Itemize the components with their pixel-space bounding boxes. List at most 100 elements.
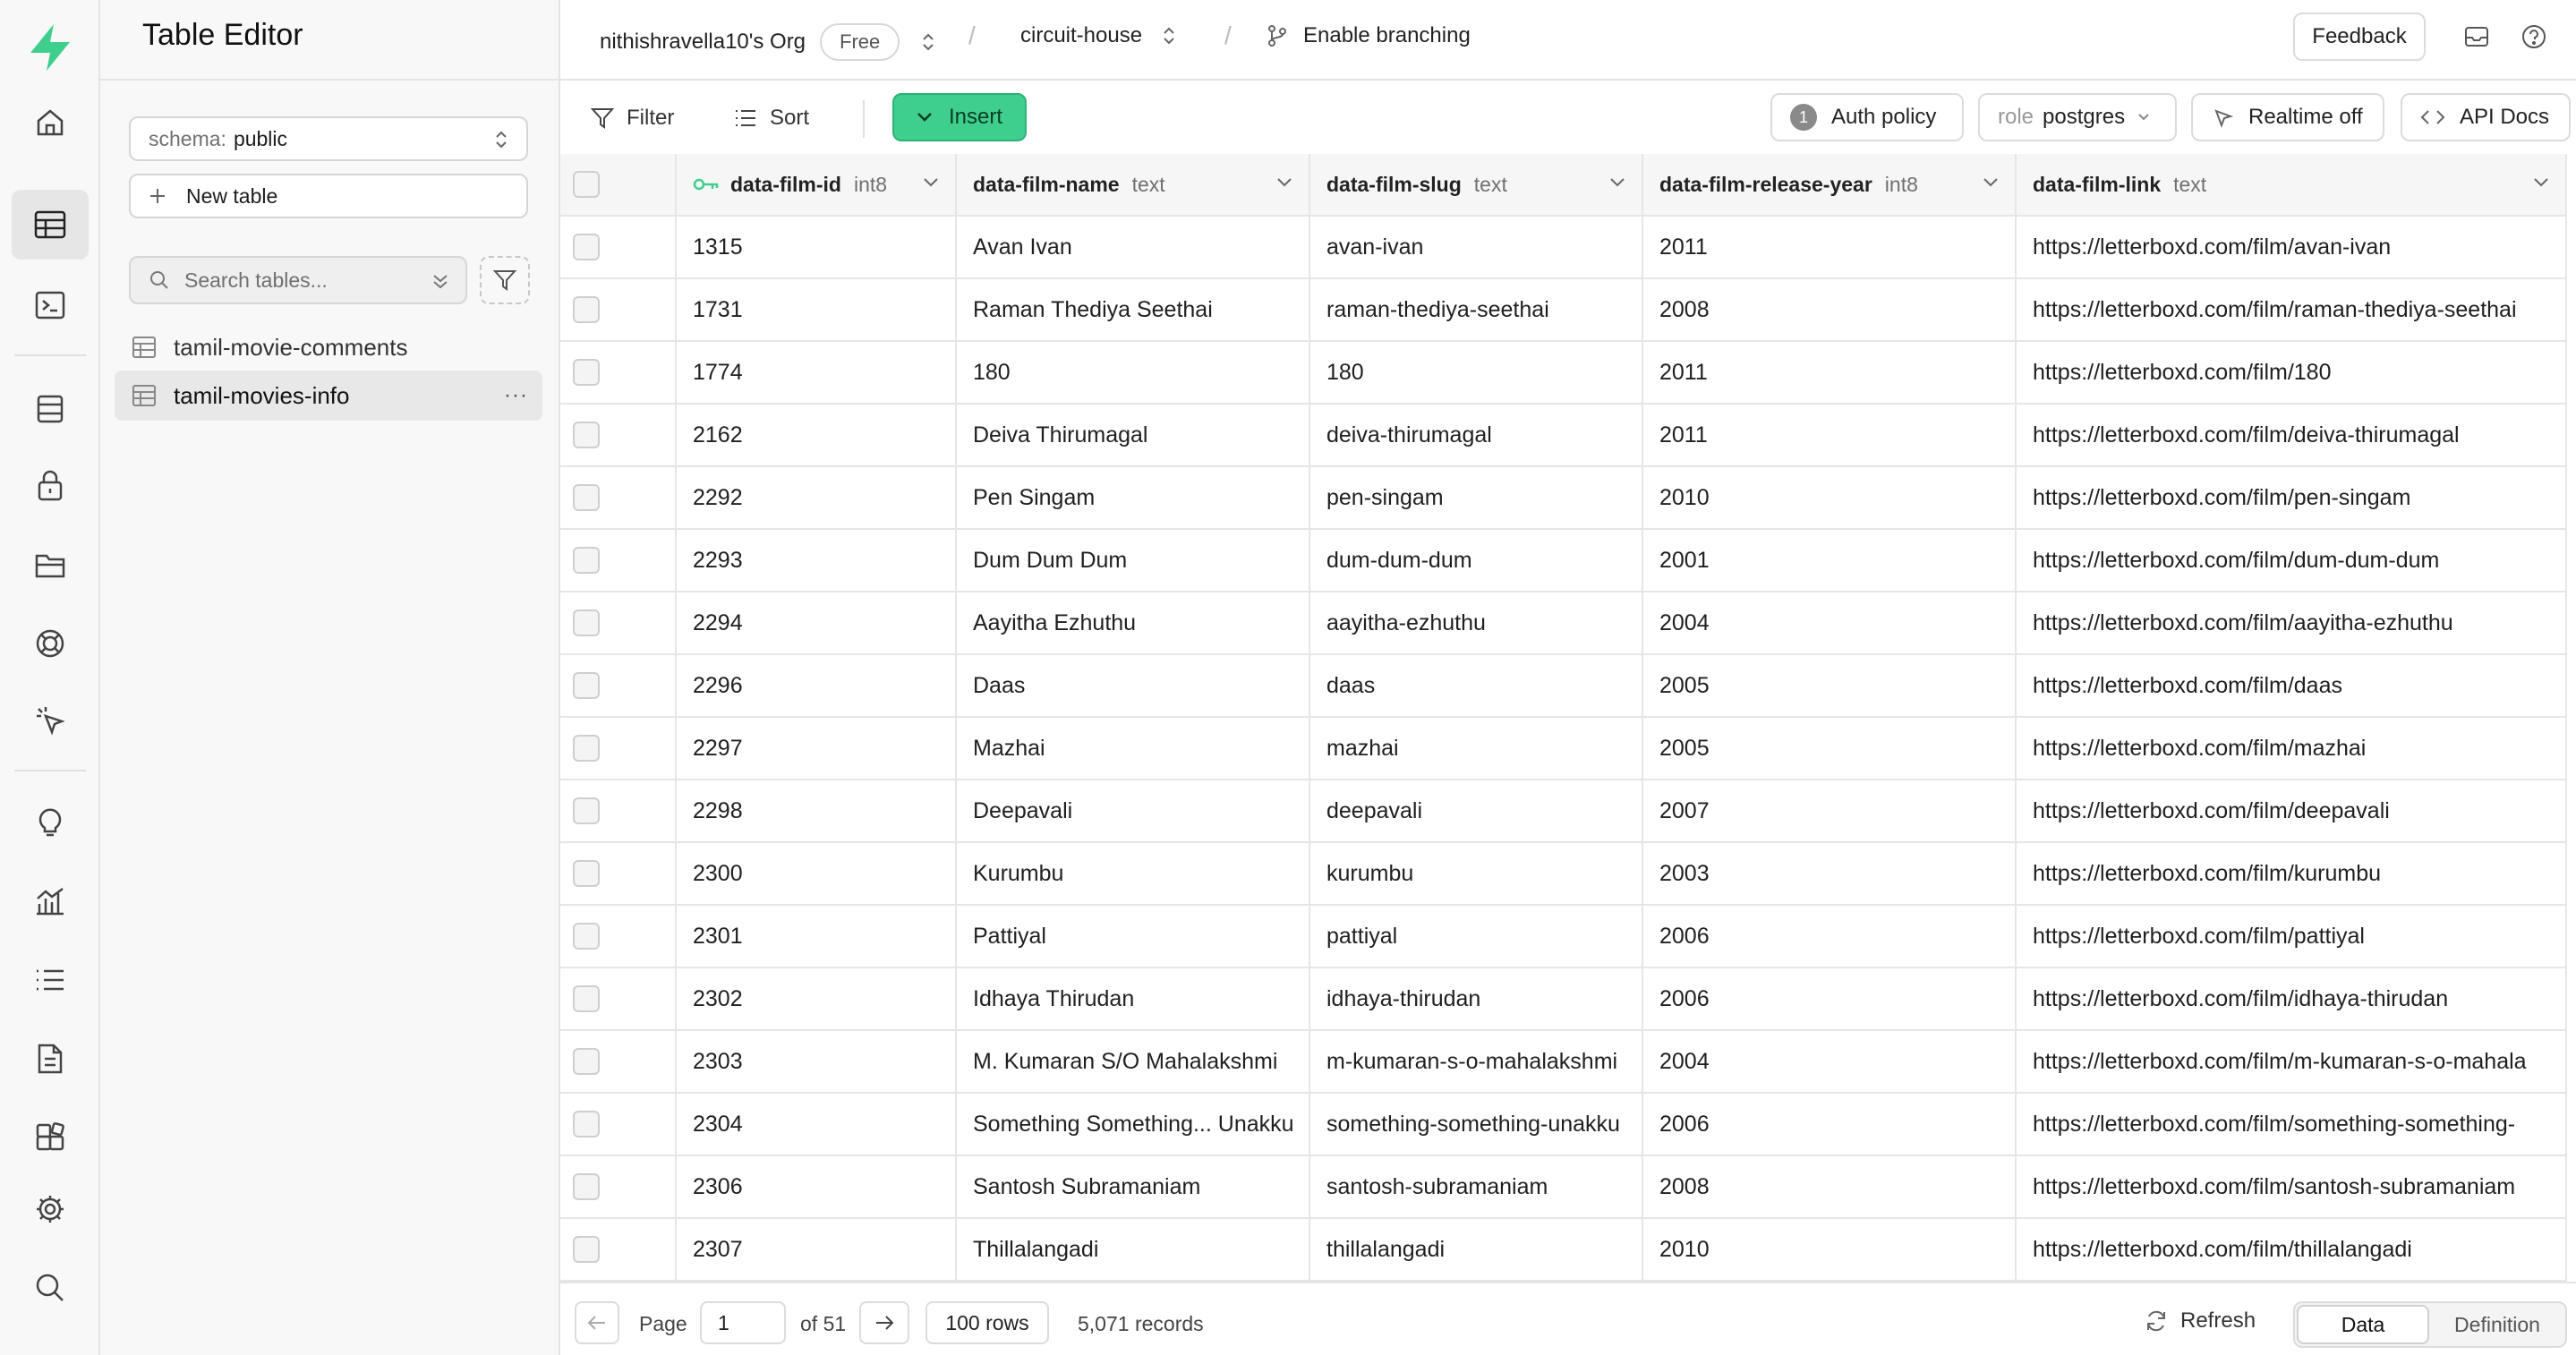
edge-functions-icon[interactable] (12, 686, 89, 755)
row-checkbox[interactable] (573, 1048, 600, 1075)
cell-film-id[interactable]: 2293 (677, 530, 957, 592)
row-checkbox[interactable] (573, 547, 600, 574)
cell-release-year[interactable]: 2004 (1643, 1031, 2017, 1094)
select-all-checkbox[interactable] (573, 171, 600, 198)
row-checkbox[interactable] (573, 672, 600, 699)
cell-film-slug[interactable]: deepavali (1310, 780, 1643, 843)
api-docs-icon[interactable] (12, 1024, 89, 1094)
column-header-data-film-id[interactable]: data-film-id int8 (677, 154, 957, 217)
table-row[interactable]: 1774 180 180 2011 https://letterboxd.com/fil… (560, 342, 2576, 405)
chevron-down-icon[interactable] (1609, 177, 1625, 188)
schema-select[interactable]: schema: public (129, 116, 528, 161)
cell-release-year[interactable]: 2004 (1643, 592, 2017, 655)
chevron-down-icon[interactable] (1276, 177, 1292, 188)
cell-film-slug[interactable]: pen-singam (1310, 467, 1643, 530)
table-item-tamil-movies-info[interactable]: tamil-movies-info ··· (115, 371, 542, 421)
cell-film-link[interactable]: https://letterboxd.com/film/thillalangad… (2017, 1219, 2567, 1282)
cell-film-slug[interactable]: deiva-thirumagal (1310, 405, 1643, 467)
cell-film-slug[interactable]: raman-thediya-seethai (1310, 279, 1643, 342)
cell-film-slug[interactable]: m-kumaran-s-o-mahalakshmi (1310, 1031, 1643, 1094)
definition-view-tab[interactable]: Definition (2431, 1305, 2563, 1344)
cell-film-slug[interactable]: santosh-subramaniam (1310, 1156, 1643, 1219)
table-row[interactable]: 2306 Santosh Subramaniam santosh-subramani… (560, 1156, 2576, 1219)
cell-film-id[interactable]: 1731 (677, 279, 957, 342)
filter-button[interactable]: Filter (591, 95, 674, 141)
new-table-button[interactable]: New table (129, 174, 528, 218)
row-checkbox[interactable] (573, 422, 600, 448)
table-item-tamil-movie-comments[interactable]: tamil-movie-comments (115, 322, 542, 372)
cell-release-year[interactable]: 2010 (1643, 467, 2017, 530)
cell-film-link[interactable]: https://letterboxd.com/film/daas (2017, 655, 2567, 718)
cell-film-name[interactable]: Thillalangadi (957, 1219, 1310, 1282)
project-selector[interactable]: circuit-house (1020, 23, 1176, 48)
cell-film-slug[interactable]: pattiyal (1310, 906, 1643, 968)
sql-editor-icon[interactable] (12, 270, 89, 340)
cell-film-id[interactable]: 2304 (677, 1094, 957, 1156)
feedback-button[interactable]: Feedback (2293, 13, 2426, 61)
cell-release-year[interactable]: 2005 (1643, 655, 2017, 718)
settings-icon[interactable] (12, 1174, 89, 1244)
cell-film-link[interactable]: https://letterboxd.com/film/aayitha-ezhu… (2017, 592, 2567, 655)
table-row[interactable]: 1315 Avan Ivan avan-ivan 2011 https://letter… (560, 217, 2576, 279)
row-checkbox[interactable] (573, 484, 600, 511)
cell-film-link[interactable]: https://letterboxd.com/film/deepavali (2017, 780, 2567, 843)
row-checkbox[interactable] (573, 234, 600, 260)
search-tables-input[interactable]: Search tables... (129, 256, 467, 304)
cell-film-name[interactable]: Pen Singam (957, 467, 1310, 530)
cell-film-name[interactable]: Raman Thediya Seethai (957, 279, 1310, 342)
auth-policy-button[interactable]: 1 Auth policy (1770, 93, 1964, 141)
data-view-tab[interactable]: Data (2297, 1305, 2429, 1344)
cell-film-name[interactable]: Deepavali (957, 780, 1310, 843)
cell-film-link[interactable]: https://letterboxd.com/film/pen-singam (2017, 467, 2567, 530)
chevron-down-icon[interactable] (2533, 177, 2549, 188)
storage-icon[interactable] (12, 530, 89, 600)
home-icon[interactable] (12, 88, 89, 158)
more-options-icon[interactable]: ··· (504, 383, 528, 408)
cell-film-id[interactable]: 2302 (677, 968, 957, 1031)
row-checkbox[interactable] (573, 1111, 600, 1138)
chevron-down-icon[interactable] (923, 177, 939, 188)
cell-film-slug[interactable]: daas (1310, 655, 1643, 718)
next-page-button[interactable] (859, 1301, 909, 1344)
cell-film-link[interactable]: https://letterboxd.com/film/180 (2017, 342, 2567, 405)
cell-film-id[interactable]: 2298 (677, 780, 957, 843)
prev-page-button[interactable] (575, 1301, 619, 1344)
cell-film-id[interactable]: 2292 (677, 467, 957, 530)
table-row[interactable]: 2294 Aayitha Ezhuthu aayitha-ezhuthu 2004 ht… (560, 592, 2576, 655)
table-row[interactable]: 2162 Deiva Thirumagal deiva-thirumagal 2011… (560, 405, 2576, 467)
row-checkbox[interactable] (573, 359, 600, 386)
cell-film-link[interactable]: https://letterboxd.com/film/santosh-subr… (2017, 1156, 2567, 1219)
cell-film-name[interactable]: Aayitha Ezhuthu (957, 592, 1310, 655)
enable-branching-button[interactable]: Enable branching (1267, 23, 1471, 48)
cell-film-id[interactable]: 2297 (677, 718, 957, 780)
row-checkbox[interactable] (573, 860, 600, 887)
cell-release-year[interactable]: 2001 (1643, 530, 2017, 592)
table-row[interactable]: 2304 Something Something... Unakku somethi… (560, 1094, 2576, 1156)
cell-film-link[interactable]: https://letterboxd.com/film/avan-ivan (2017, 217, 2567, 279)
search-icon[interactable] (12, 1253, 89, 1323)
cell-film-name[interactable]: Kurumbu (957, 843, 1310, 906)
row-checkbox[interactable] (573, 1236, 600, 1263)
row-checkbox[interactable] (573, 797, 600, 824)
page-number-input[interactable]: 1 (700, 1301, 786, 1344)
api-docs-button[interactable]: API Docs (2401, 93, 2571, 141)
cell-release-year[interactable]: 2008 (1643, 279, 2017, 342)
table-row[interactable]: 2307 Thillalangadi thillalangadi 2010 https:… (560, 1219, 2576, 1282)
cell-film-name[interactable]: Avan Ivan (957, 217, 1310, 279)
cell-release-year[interactable]: 2006 (1643, 968, 2017, 1031)
cell-film-id[interactable]: 2306 (677, 1156, 957, 1219)
cell-release-year[interactable]: 2003 (1643, 843, 2017, 906)
sort-button[interactable]: Sort (734, 95, 809, 141)
cell-film-name[interactable]: Santosh Subramaniam (957, 1156, 1310, 1219)
cell-film-id[interactable]: 2162 (677, 405, 957, 467)
reports-icon[interactable] (12, 866, 89, 936)
table-row[interactable]: 2300 Kurumbu kurumbu 2003 https://letterboxd… (560, 843, 2576, 906)
table-row[interactable]: 2301 Pattiyal pattiyal 2006 https://letterbo… (560, 906, 2576, 968)
cell-film-name[interactable]: Dum Dum Dum (957, 530, 1310, 592)
cell-film-name[interactable]: Pattiyal (957, 906, 1310, 968)
filter-tables-button[interactable] (480, 256, 530, 304)
role-select[interactable]: role postgres (1978, 93, 2177, 141)
cell-release-year[interactable]: 2007 (1643, 780, 2017, 843)
cell-film-slug[interactable]: thillalangadi (1310, 1219, 1643, 1282)
cell-film-slug[interactable]: 180 (1310, 342, 1643, 405)
